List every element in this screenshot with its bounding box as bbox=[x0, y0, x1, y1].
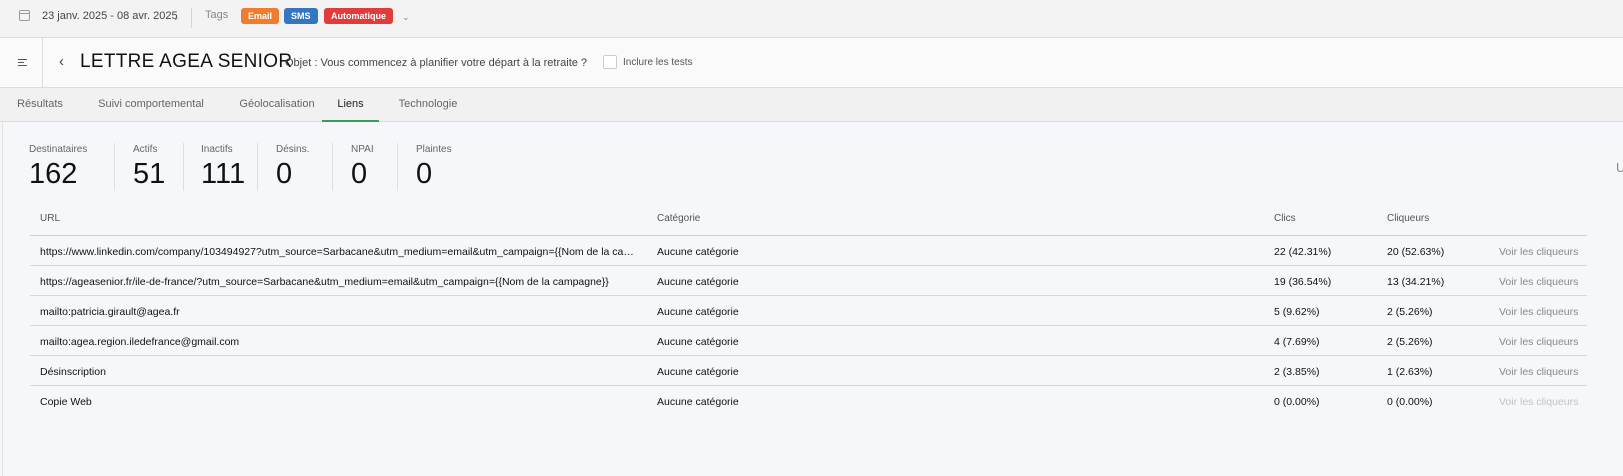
stat-label: Actifs bbox=[133, 144, 158, 155]
table-row: https://ageasenior.fr/ile-de-france/?utm… bbox=[30, 266, 1587, 296]
tag-email[interactable]: Email bbox=[241, 8, 280, 24]
table-row: mailto:patricia.girault@agea.fr Aucune c… bbox=[30, 296, 1587, 326]
page-header: ‹ LETTRE AGEA SENIOR Objet : Vous commen… bbox=[0, 38, 1623, 88]
url-cell: mailto:agea.region.iledefrance@gmail.com bbox=[40, 336, 240, 348]
clicks-cell: 4 (7.69%) bbox=[1274, 336, 1320, 348]
view-clickers-link[interactable]: Voir les cliqueurs bbox=[1499, 336, 1578, 348]
divider bbox=[183, 143, 184, 191]
clickers-cell: 20 (52.63%) bbox=[1387, 246, 1445, 258]
view-clickers-link: Voir les cliqueurs bbox=[1499, 396, 1579, 408]
links-table-header: URL Catégorie Clics Cliqueurs bbox=[30, 205, 1587, 236]
tab-liens[interactable]: Liens bbox=[322, 88, 379, 122]
stat-label: Destinataires bbox=[29, 144, 88, 155]
stat-value: 0 bbox=[416, 158, 433, 190]
clicks-cell: 22 (42.31%) bbox=[1274, 246, 1332, 258]
table-row: Désinscription Aucune catégorie 2 (3.85%… bbox=[30, 356, 1587, 386]
stat-value: 0 bbox=[276, 158, 293, 190]
divider bbox=[332, 143, 333, 191]
email-subject: Objet : Vous commencez à planifier votre… bbox=[285, 57, 588, 69]
column-header-url[interactable]: URL bbox=[40, 213, 60, 224]
tab-suivi-comportemental[interactable]: Suivi comportemental bbox=[84, 88, 218, 122]
content-left-border bbox=[2, 122, 3, 476]
stat-inactifs: Inactifs 111 bbox=[201, 144, 246, 190]
url-cell: https://www.linkedin.com/company/1034949… bbox=[40, 246, 638, 258]
stat-label: Désins. bbox=[276, 144, 310, 155]
back-chevron-icon[interactable]: ‹ bbox=[59, 53, 64, 70]
table-row: mailto:agea.region.iledefrance@gmail.com… bbox=[30, 326, 1587, 356]
category-cell: Aucune catégorie bbox=[657, 306, 739, 318]
menu-icon-line bbox=[18, 62, 24, 63]
stat-desinscriptions: Désins. 0 bbox=[276, 144, 310, 190]
view-clickers-link[interactable]: Voir les cliqueurs bbox=[1499, 306, 1578, 318]
divider bbox=[114, 143, 115, 191]
table-row: https://www.linkedin.com/company/1034949… bbox=[30, 236, 1587, 266]
column-header-cliqueurs[interactable]: Cliqueurs bbox=[1387, 213, 1429, 224]
page-title: LETTRE AGEA SENIOR bbox=[80, 51, 293, 72]
clicks-cell: 5 (9.62%) bbox=[1274, 306, 1320, 318]
divider bbox=[191, 8, 192, 28]
clickers-cell: 2 (5.26%) bbox=[1387, 306, 1433, 318]
url-cell: Désinscription bbox=[40, 366, 106, 378]
table-row: Copie Web Aucune catégorie 0 (0.00%) 0 (… bbox=[30, 386, 1587, 416]
url-cell: https://ageasenior.fr/ile-de-france/?utm… bbox=[40, 276, 609, 288]
tab-bar: Résultats Suivi comportemental Géolocali… bbox=[0, 88, 1623, 122]
url-cell: Copie Web bbox=[40, 396, 92, 408]
tags-dropdown-chevron-icon[interactable]: ⌄ bbox=[402, 12, 410, 23]
divider bbox=[397, 143, 398, 191]
clicks-cell: 19 (36.54%) bbox=[1274, 276, 1332, 288]
stat-value: 51 bbox=[133, 158, 166, 190]
tags-label: Tags bbox=[205, 9, 229, 21]
stat-plaintes: Plaintes 0 bbox=[416, 144, 452, 190]
clickers-cell: 2 (5.26%) bbox=[1387, 336, 1433, 348]
view-clickers-link[interactable]: Voir les cliqueurs bbox=[1499, 276, 1578, 288]
stat-value: 111 bbox=[201, 158, 246, 190]
tag-sms[interactable]: SMS bbox=[284, 8, 318, 24]
stat-value: 162 bbox=[29, 158, 78, 190]
include-tests-checkbox[interactable] bbox=[603, 55, 617, 69]
divider bbox=[257, 143, 258, 191]
tab-technologie[interactable]: Technologie bbox=[386, 88, 470, 122]
clickers-cell: 13 (34.21%) bbox=[1387, 276, 1445, 288]
stat-actifs: Actifs 51 bbox=[133, 144, 166, 190]
menu-icon-line bbox=[18, 65, 27, 66]
category-cell: Aucune catégorie bbox=[657, 366, 739, 378]
stat-value: 0 bbox=[351, 158, 368, 190]
menu-button[interactable] bbox=[0, 38, 43, 88]
view-clickers-link[interactable]: Voir les cliqueurs bbox=[1499, 246, 1578, 258]
tag-automatique[interactable]: Automatique bbox=[324, 8, 393, 24]
tab-geolocalisation[interactable]: Géolocalisation bbox=[226, 88, 328, 122]
column-header-categorie[interactable]: Catégorie bbox=[657, 213, 700, 224]
clickers-cell: 1 (2.63%) bbox=[1387, 366, 1433, 378]
include-tests-label[interactable]: Inclure les tests bbox=[623, 57, 692, 68]
tab-resultats[interactable]: Résultats bbox=[8, 88, 72, 122]
filter-bar: 23 janv. 2025 - 08 avr. 2025 ⌄ Tags Emai… bbox=[0, 0, 1623, 38]
date-range-picker[interactable]: 23 janv. 2025 - 08 avr. 2025 bbox=[42, 10, 178, 22]
view-clickers-link[interactable]: Voir les cliqueurs bbox=[1499, 366, 1578, 378]
clicks-cell: 0 (0.00%) bbox=[1274, 396, 1320, 408]
clickers-cell: 0 (0.00%) bbox=[1387, 396, 1433, 408]
menu-icon bbox=[18, 59, 27, 60]
calendar-icon[interactable] bbox=[19, 10, 30, 21]
stat-npai: NPAI 0 bbox=[351, 144, 374, 190]
clicks-cell: 2 (3.85%) bbox=[1274, 366, 1320, 378]
column-header-clics[interactable]: Clics bbox=[1274, 213, 1296, 224]
stat-destinataires: Destinataires 162 bbox=[29, 144, 88, 190]
stat-label: Inactifs bbox=[201, 144, 233, 155]
stat-label: NPAI bbox=[351, 144, 374, 155]
category-cell: Aucune catégorie bbox=[657, 336, 739, 348]
category-cell: Aucune catégorie bbox=[657, 246, 739, 258]
category-cell: Aucune catégorie bbox=[657, 276, 739, 288]
chevron-down-icon[interactable]: ⌄ bbox=[172, 12, 180, 23]
stat-label: Plaintes bbox=[416, 144, 452, 155]
clipped-text: U bbox=[1616, 160, 1623, 175]
category-cell: Aucune catégorie bbox=[657, 396, 739, 408]
url-cell: mailto:patricia.girault@agea.fr bbox=[40, 306, 180, 318]
